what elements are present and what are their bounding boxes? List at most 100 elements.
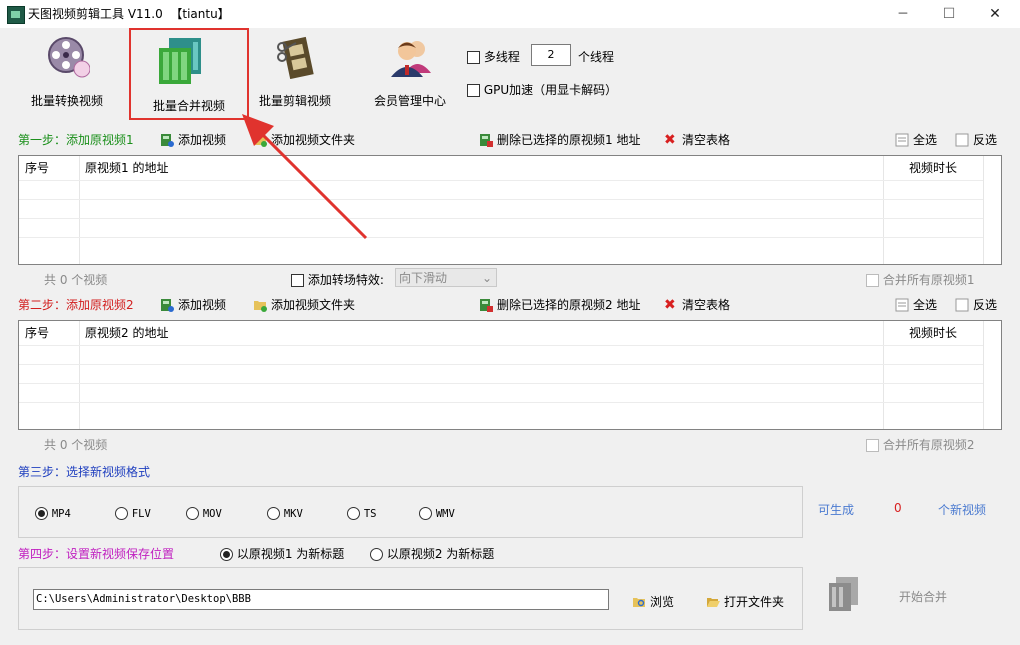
format-radio[interactable]: [35, 507, 48, 520]
add-video-icon: [161, 133, 174, 147]
multithread-checkbox[interactable]: [467, 51, 480, 64]
step2-select-all-label: 全选: [913, 298, 938, 312]
table-row: [19, 199, 983, 219]
table-row: [19, 237, 983, 257]
member-center-label: 会员管理中心: [373, 94, 446, 108]
step2-clear-table-label: 清空表格: [682, 298, 731, 312]
window-title: 天图视频剪辑工具 V11.0 【tiantu】: [28, 7, 230, 21]
title-bar: 天图视频剪辑工具 V11.0 【tiantu】 ─ ☐ ✕: [0, 0, 1020, 28]
batch-merge-button[interactable]: 批量合并视频: [129, 28, 249, 120]
step3-title: 第三步：选择新视频格式: [18, 465, 151, 479]
table-row: [19, 345, 983, 365]
gpu-label: GPU加速（用显卡解码）: [483, 83, 618, 97]
transition-option[interactable]: 添加转场特效:: [291, 271, 384, 288]
multithread-label: 多线程: [483, 50, 520, 64]
format-radio[interactable]: [115, 507, 128, 520]
step2-col-index: 序号: [25, 326, 50, 340]
step2-clear-table-button[interactable]: ✖ 清空表格: [664, 296, 730, 313]
film-scissors-icon: [277, 36, 314, 79]
browse-label: 浏览: [650, 595, 675, 609]
clear-x-icon: ✖: [664, 296, 676, 313]
step1-clear-table-label: 清空表格: [682, 133, 731, 147]
format-radio[interactable]: [347, 507, 360, 520]
step1-count: 共 0 个视频: [44, 273, 108, 287]
step2-select-all-button[interactable]: 全选: [895, 296, 937, 313]
open-folder-button[interactable]: 打开文件夹: [706, 593, 784, 610]
clear-x-icon: ✖: [664, 131, 676, 148]
step1-clear-table-button[interactable]: ✖ 清空表格: [664, 131, 730, 148]
invert-select-icon: [955, 133, 969, 146]
title-option-2-label: 以原视频2 为新标题: [386, 547, 495, 561]
open-folder-label: 打开文件夹: [724, 595, 785, 609]
step2-col-path: 原视频2 的地址: [85, 326, 169, 340]
merge-all-2-checkbox[interactable]: [866, 439, 879, 452]
step1-add-video-button[interactable]: 添加视频: [160, 131, 226, 148]
transition-select[interactable]: 向下滑动 ⌄: [395, 268, 497, 287]
format-option-ts[interactable]: TS: [347, 506, 376, 520]
title-radio-1[interactable]: [220, 548, 233, 561]
format-radio[interactable]: [186, 507, 199, 520]
merge-all-2-label: 合并所有原视频2: [882, 438, 975, 452]
start-merge-button[interactable]: 开始合并: [899, 588, 947, 605]
step2-add-folder-button[interactable]: 添加视频文件夹: [253, 296, 355, 313]
app-icon: [7, 6, 25, 24]
step2-video-table[interactable]: 序号 原视频2 的地址 视频时长: [18, 320, 1002, 430]
save-path-input[interactable]: C:\Users\Administrator\Desktop\BBB: [33, 589, 609, 610]
format-radio[interactable]: [267, 507, 280, 520]
step1-col-duration: 视频时长: [909, 161, 958, 175]
thread-unit-label: 个线程: [578, 50, 615, 64]
format-option-mov[interactable]: MOV: [186, 506, 222, 520]
transition-label: 添加转场特效:: [307, 273, 384, 287]
member-center-button[interactable]: 会员管理中心: [355, 29, 465, 113]
gpu-option[interactable]: GPU加速（用显卡解码）: [467, 81, 617, 98]
can-generate-label: 可生成: [818, 503, 855, 517]
folder-open-icon: [707, 597, 720, 607]
browse-button[interactable]: 浏览: [632, 593, 674, 610]
format-option-flv[interactable]: FLV: [115, 506, 151, 520]
merge-all-1-label: 合并所有原视频1: [882, 273, 975, 287]
maximize-button[interactable]: ☐: [926, 0, 972, 28]
title-option-1-label: 以原视频1 为新标题: [236, 547, 345, 561]
step1-invert-label: 反选: [973, 133, 998, 147]
step1-select-all-button[interactable]: 全选: [895, 131, 937, 148]
title-option-1[interactable]: 以原视频1 为新标题: [220, 545, 344, 562]
step2-col-duration: 视频时长: [909, 326, 958, 340]
table-row: [19, 383, 983, 403]
batch-edit-button[interactable]: 批量剪辑视频: [240, 29, 350, 113]
close-button[interactable]: ✕: [972, 0, 1018, 28]
merge-all-2-option[interactable]: 合并所有原视频2: [866, 436, 974, 453]
select-all-icon: [895, 298, 909, 311]
minimize-button[interactable]: ─: [880, 0, 926, 28]
add-folder-icon: [254, 300, 267, 312]
batch-merge-label: 批量合并视频: [152, 99, 225, 113]
step1-delete-selected-button[interactable]: 删除已选择的原视频1 地址: [479, 131, 640, 148]
format-radio[interactable]: [419, 507, 432, 520]
thread-count-input[interactable]: 2: [531, 44, 571, 66]
title-option-2[interactable]: 以原视频2 为新标题: [370, 545, 494, 562]
select-all-icon: [895, 133, 909, 146]
merge-all-1-checkbox[interactable]: [866, 274, 879, 287]
step1-title: 第一步：添加原视频1: [18, 133, 134, 147]
merge-all-1-option[interactable]: 合并所有原视频1: [866, 271, 974, 288]
start-merge-icon[interactable]: [826, 575, 862, 613]
delete-video-icon: [480, 298, 493, 312]
step1-video-table[interactable]: 序号 原视频1 的地址 视频时长: [18, 155, 1002, 265]
batch-convert-button[interactable]: 批量转换视频: [12, 29, 122, 113]
step2-invert-label: 反选: [973, 298, 998, 312]
title-radio-2[interactable]: [370, 548, 383, 561]
gpu-checkbox[interactable]: [467, 84, 480, 97]
delete-video-icon: [480, 133, 493, 147]
step2-invert-button[interactable]: 反选: [955, 296, 997, 313]
step2-title: 第二步：添加原视频2: [18, 298, 134, 312]
format-option-mp4[interactable]: MP4: [35, 506, 71, 520]
table-row: [19, 364, 983, 384]
format-option-wmv[interactable]: WMV: [419, 506, 455, 520]
step2-add-video-button[interactable]: 添加视频: [160, 296, 226, 313]
step2-delete-selected-label: 删除已选择的原视频2 地址: [497, 298, 641, 312]
batch-convert-label: 批量转换视频: [30, 94, 103, 108]
step1-invert-button[interactable]: 反选: [955, 131, 997, 148]
multithread-option[interactable]: 多线程: [467, 48, 520, 65]
transition-checkbox[interactable]: [291, 274, 304, 287]
step2-delete-selected-button[interactable]: 删除已选择的原视频2 地址: [479, 296, 640, 313]
format-option-mkv[interactable]: MKV: [267, 506, 303, 520]
